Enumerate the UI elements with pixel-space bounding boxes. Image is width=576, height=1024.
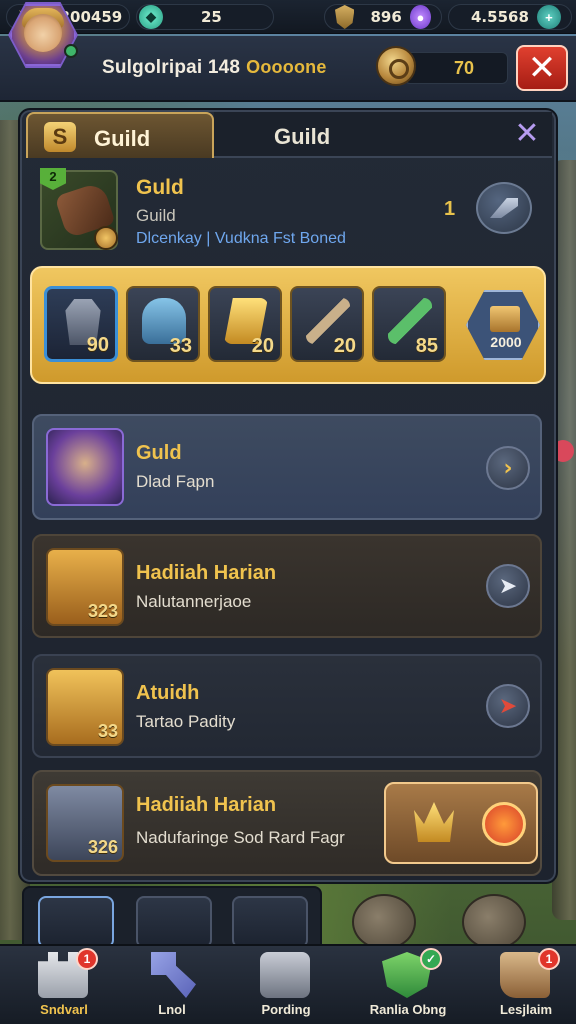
player-title: Ooooone <box>246 57 327 77</box>
chevron-right-icon[interactable]: › <box>486 446 530 490</box>
orb-icon: ● <box>409 5 431 29</box>
guild-description[interactable]: Dlcenkay | Vudkna Fst Boned <box>136 230 346 248</box>
nav-label: Ranlia Obng <box>369 1002 447 1017</box>
treasure-chest-icon: 33 <box>46 668 124 746</box>
nav-item-lnol[interactable]: Lnol <box>124 944 220 1024</box>
nav-item-pording[interactable]: Pording <box>238 944 334 1024</box>
guild-emblem-icon: S <box>44 122 76 152</box>
nav-label: Pording <box>261 1002 311 1017</box>
close-button[interactable]: ✕ <box>516 45 568 91</box>
card-subtitle: Dlad Fapn <box>136 472 215 491</box>
card-subtitle: Nadufaringe Sod Rard Fagr <box>136 828 345 847</box>
crown-icon <box>414 802 454 842</box>
guild-title: Guld <box>136 176 184 199</box>
reward-item[interactable]: 90 <box>44 286 118 362</box>
equipment-slot[interactable] <box>38 896 114 948</box>
nav-label: Sndvarl <box>40 1002 88 1017</box>
reward-count: 20 <box>251 335 274 357</box>
claim-button[interactable] <box>384 782 538 864</box>
card-count: 33 <box>97 721 118 741</box>
resource-gems[interactable]: ◆ 25 <box>136 4 274 30</box>
hero-portrait-icon <box>46 428 124 506</box>
card-subtitle: Tartao Padity <box>136 712 236 731</box>
shield-icon <box>335 5 355 29</box>
plus-icon[interactable]: + <box>536 5 561 29</box>
sword-icon <box>490 198 518 218</box>
card-count: 323 <box>87 601 118 621</box>
resource-bar: ⚔ 1 300459 ◆ 25 896 ● 4.5568 + <box>0 0 576 34</box>
tab-label: Guild <box>94 126 151 151</box>
card-count: 326 <box>87 837 118 857</box>
reward-item[interactable]: 20 <box>208 286 282 362</box>
reward-item[interactable]: 33 <box>126 286 200 362</box>
resource-energy[interactable]: 896 ● <box>324 4 442 30</box>
guild-count: 1 <box>444 198 456 220</box>
tab-guild-active[interactable]: S Guild <box>26 112 214 158</box>
forge-icon <box>260 952 310 998</box>
daily-reward-card-2[interactable]: 326 Hadiiah Harian Nadufaringe Sod Rard … <box>32 770 542 876</box>
avatar-face <box>24 14 62 52</box>
guild-subtitle: Guild <box>136 206 176 225</box>
reward-item[interactable]: 20 <box>290 286 364 362</box>
notification-badge: ✓ <box>420 948 442 970</box>
player-name-text: Sulgolripai 148 <box>102 57 241 78</box>
gem-value: 25 <box>201 8 222 26</box>
nav-item-lesjlaim[interactable]: 1 Lesjlaim <box>478 944 574 1024</box>
notification-badge: 1 <box>538 948 560 970</box>
guild-emblem: 2 <box>40 168 118 250</box>
reward-item[interactable]: 85 <box>372 286 446 362</box>
tab-bar: S Guild Guild ✕ <box>22 110 556 160</box>
tab-guild[interactable]: Guild <box>214 112 552 158</box>
lantern-icon: 326 <box>46 784 124 862</box>
chest-icon <box>490 306 520 332</box>
seal-icon <box>482 802 526 846</box>
player-name: Sulgolripai 148 Ooooone <box>102 57 327 79</box>
coin-value: 70 <box>454 58 475 78</box>
card-title: Hadiiah Harian <box>136 562 277 584</box>
reward-count: 90 <box>86 334 109 356</box>
chest-card[interactable]: 33 Atuidh Tartao Padity ➤ <box>32 654 542 758</box>
guild-action-button[interactable] <box>476 182 532 234</box>
arrow-icon[interactable]: ➤ <box>486 564 530 608</box>
rune-stone-icon <box>462 894 526 950</box>
card-subtitle: Nalutannerjaoe <box>136 592 252 611</box>
reward-count: 85 <box>415 335 438 357</box>
gem-icon: ◆ <box>139 5 163 29</box>
gift-box-icon: 323 <box>46 548 124 626</box>
equipment-slot[interactable] <box>136 896 212 948</box>
online-status-icon <box>64 44 78 58</box>
daily-reward-card[interactable]: 323 Hadiiah Harian Nalutannerjaoe ➤ <box>32 534 542 638</box>
reward-count: 20 <box>333 335 356 357</box>
energy-value: 896 <box>370 8 402 26</box>
hero-card[interactable]: Guld Dlad Fapn › <box>32 414 542 520</box>
nav-label: Lnol <box>158 1002 186 1017</box>
nav-item-sndvarl[interactable]: 1 Sndvarl <box>16 944 112 1024</box>
medal-icon <box>94 226 118 250</box>
arrow-icon[interactable]: ➤ <box>486 684 530 728</box>
reward-count: 33 <box>169 335 192 357</box>
coin-icon <box>376 46 416 86</box>
notification-badge: 1 <box>76 948 98 970</box>
nav-label: Lesjlaim <box>499 1002 553 1017</box>
panel-close-icon[interactable]: ✕ <box>510 116 544 151</box>
tab-label: Guild <box>274 124 331 149</box>
silver-value: 4.5568 <box>471 8 529 26</box>
hammer-icon <box>151 952 196 998</box>
card-title: Guld <box>136 442 182 464</box>
card-title: Atuidh <box>136 682 200 704</box>
nav-item-ranlia[interactable]: ✓ Ranlia Obng <box>360 944 456 1024</box>
card-title: Hadiiah Harian <box>136 794 277 816</box>
leaf-badge-icon: 2 <box>40 168 66 190</box>
reward-count: 2000 <box>490 334 522 350</box>
equipment-slot[interactable] <box>232 896 308 948</box>
rune-stone-icon <box>352 894 416 950</box>
resource-silver[interactable]: 4.5568 + <box>448 4 572 30</box>
